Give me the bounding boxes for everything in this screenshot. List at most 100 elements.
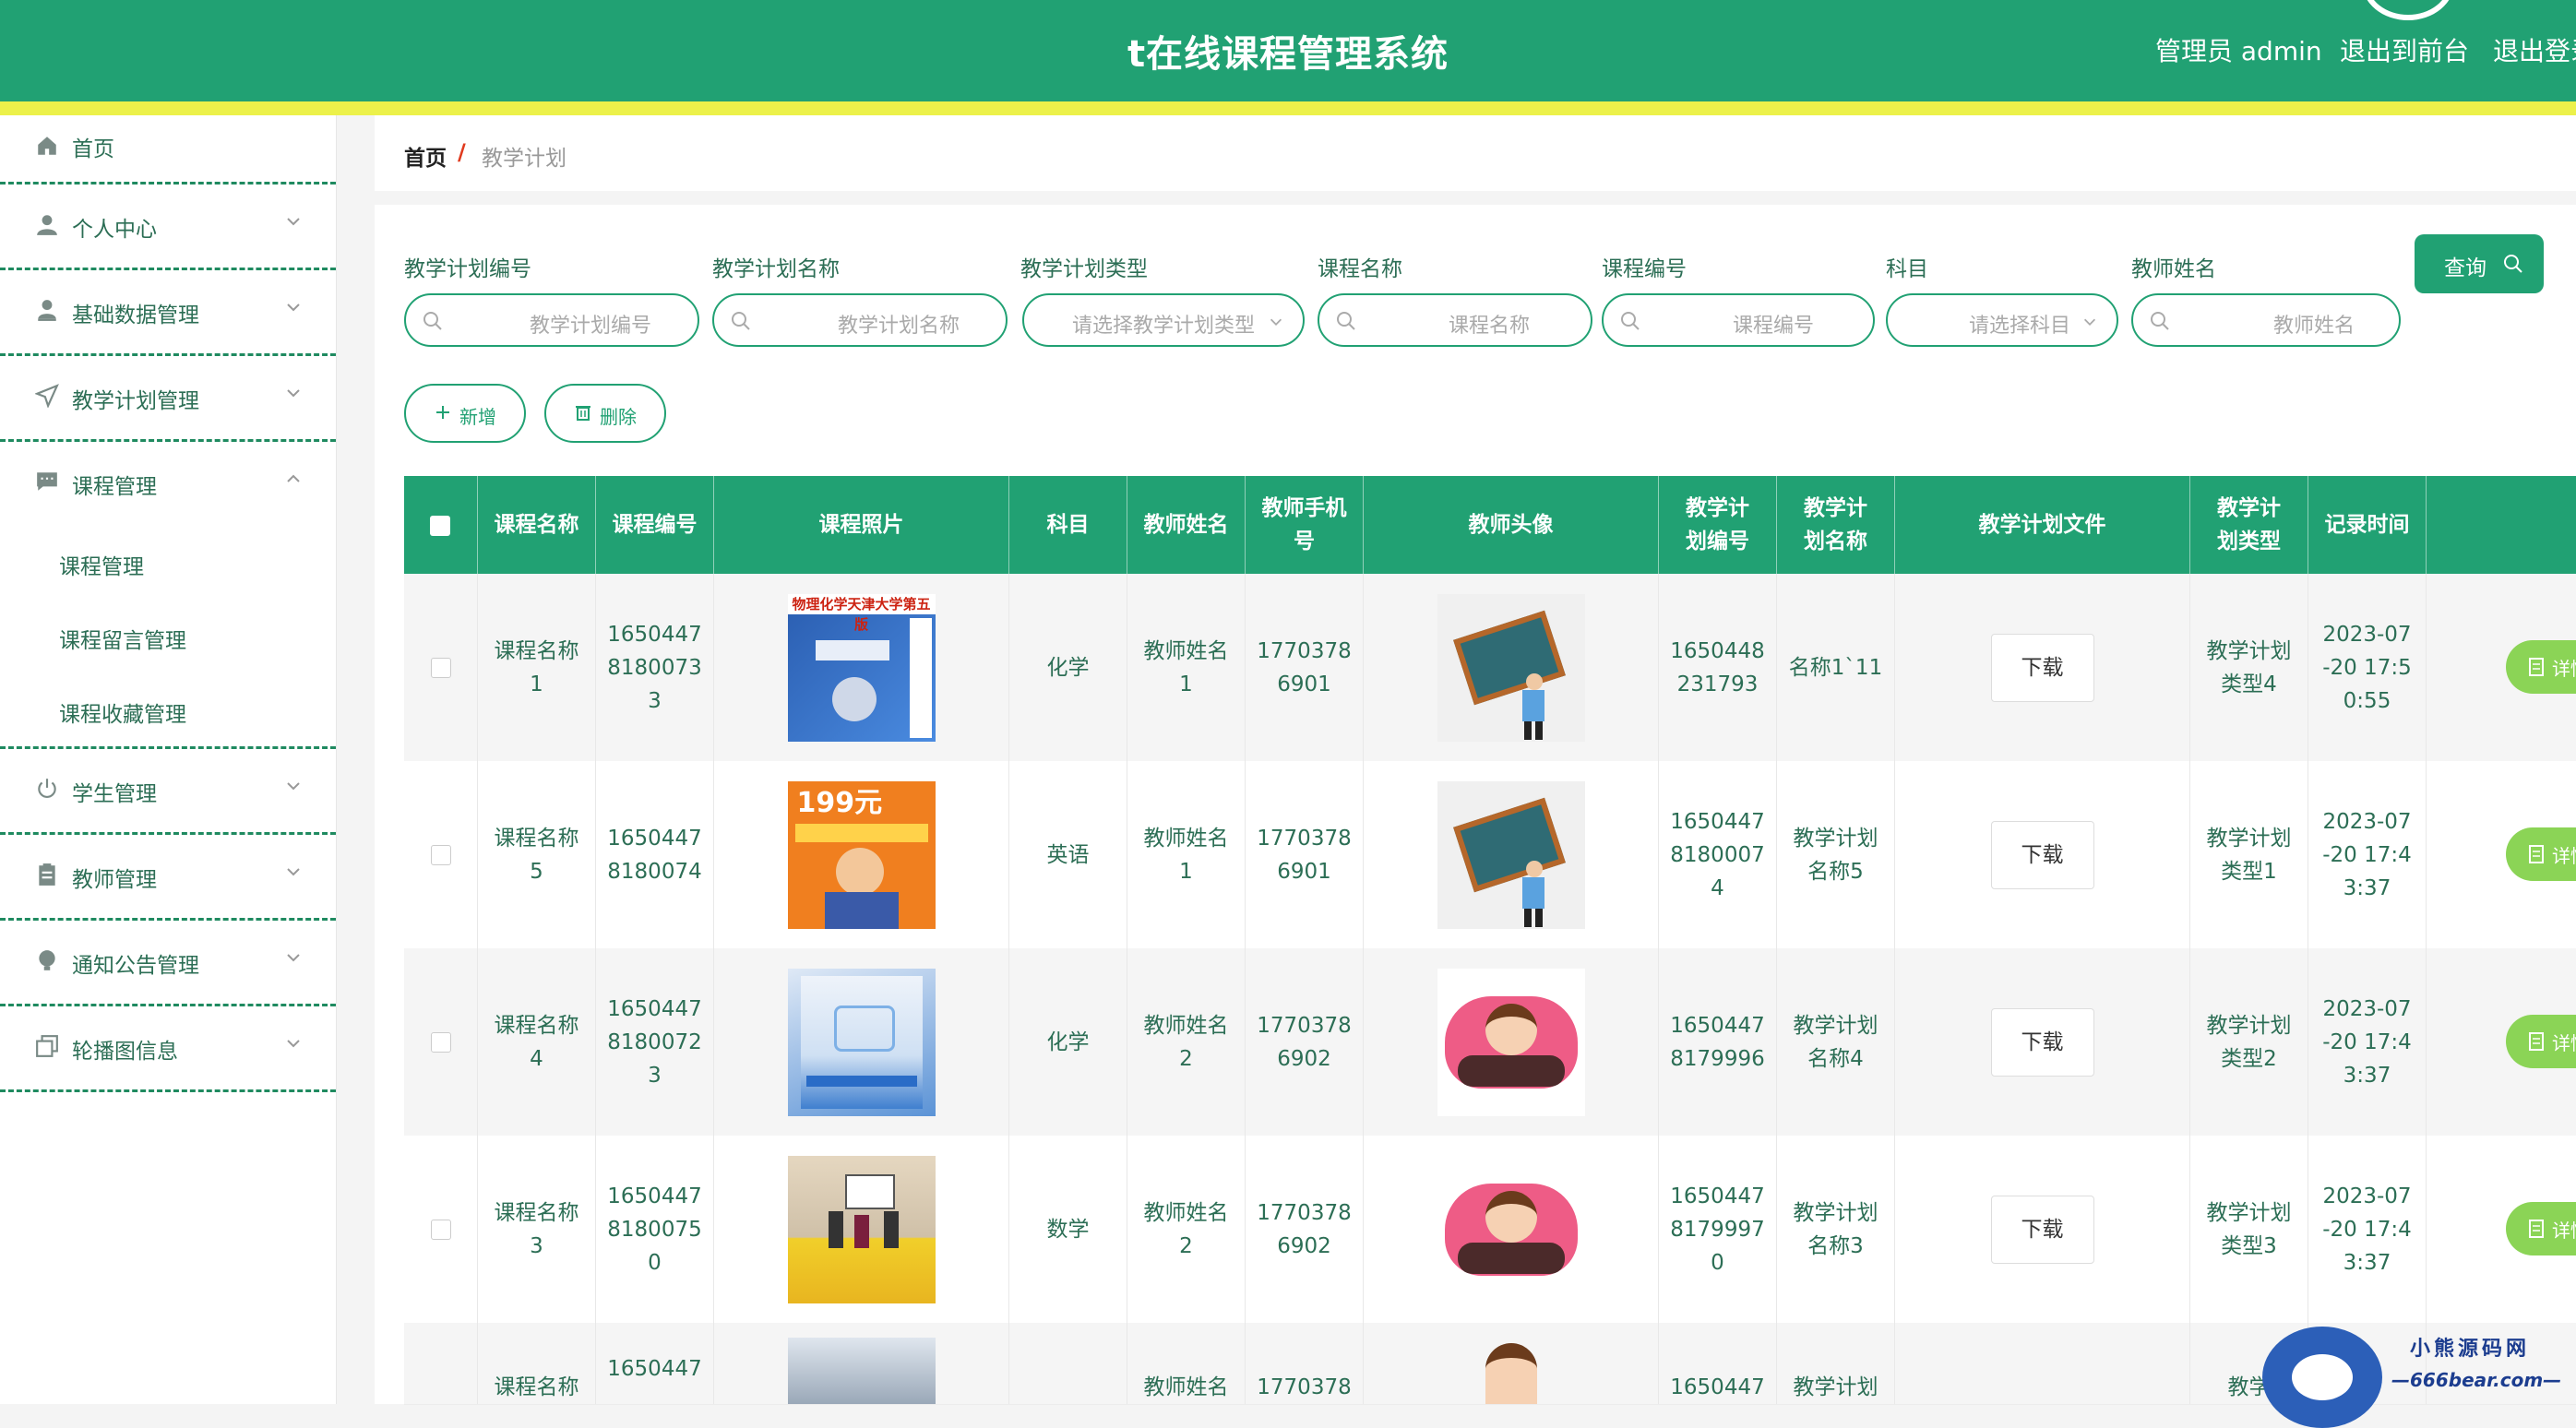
filter-label-course-name: 课程名称 [1318, 257, 1402, 281]
sidebar-item-student[interactable]: 学生管理 [0, 749, 336, 835]
sidebar-item-personal[interactable]: 个人中心 [0, 184, 336, 270]
cell-course-name: 课程名称4 [478, 948, 596, 1136]
table-row[interactable]: 课程名称1 16504478180073 3 物理化学天津大学第五版 化学 教师… [404, 574, 2576, 762]
logout-link[interactable]: 退出登录 [2493, 31, 2576, 68]
search-icon [1337, 312, 1355, 330]
col-plan-name: 教学计划名称 [1777, 476, 1895, 574]
banner-strip [794, 823, 928, 842]
sidebar-item-carousel[interactable]: 轮播图信息 [0, 1006, 336, 1092]
teacher-avatar [1437, 968, 1585, 1116]
teacher-name-input[interactable]: 教师姓名 [2131, 293, 2401, 347]
course-name-input[interactable]: 课程名称 [1318, 293, 1592, 347]
table-row[interactable]: 课程名称5 16504478180074 199元 英语 教师姓名1 17703… [404, 761, 2576, 949]
teacher-leg [1523, 908, 1532, 927]
query-button[interactable]: 查询 [2415, 234, 2544, 293]
cover-title [805, 1075, 917, 1087]
plan-name-input[interactable]: 教学计划名称 [712, 293, 1008, 347]
power-icon [38, 779, 56, 799]
col-teacher-avatar: 教师头像 [1364, 476, 1659, 574]
chalkboard [1452, 610, 1566, 705]
row-checkbox[interactable] [430, 844, 451, 865]
subject-select[interactable]: 请选择科目 [1886, 293, 2118, 347]
select-all-checkbox[interactable] [430, 516, 450, 536]
add-button[interactable]: 新增 [404, 384, 526, 443]
cell-course-name: 课程名称3 [478, 1136, 596, 1323]
delete-button[interactable]: 删除 [544, 384, 666, 443]
cell-teacher-avatar [1364, 948, 1659, 1136]
sidebar-item-home[interactable]: 首页 [0, 115, 336, 184]
document-icon [2529, 1220, 2544, 1238]
admin-label: 管理员 admin [2155, 36, 2322, 66]
document-icon [2529, 1032, 2544, 1051]
download-button[interactable]: 下载 [1990, 1195, 2094, 1264]
download-button[interactable]: 下载 [1990, 1007, 2094, 1077]
sidebar-item-basic-data[interactable]: 基础数据管理 [0, 270, 336, 356]
exit-to-front-link[interactable]: 退出到前台 [2340, 31, 2469, 68]
col-course-no: 课程编号 [596, 476, 714, 574]
detail-button[interactable]: 详情 [2506, 827, 2576, 881]
logo-circle [2362, 0, 2454, 20]
sidebar: 首页 个人中心 基础数据管理 教学计划管理 课程管理 课程管理 课程留言管理 课… [0, 115, 337, 1404]
person [883, 1210, 899, 1248]
cell-subject: 化学 [1009, 574, 1127, 761]
download-button[interactable]: 下载 [1990, 820, 2094, 889]
submenu-label: 课程留言管理 [59, 629, 186, 653]
sidebar-item-course[interactable]: 课程管理 [0, 442, 336, 525]
cell-course-photo [714, 1323, 1009, 1404]
watermark-name: 小熊源码网 [2410, 1338, 2531, 1361]
accent-stripe [0, 101, 2576, 115]
cell-record-time: 2023-07-20 17:50:55 [2308, 574, 2427, 761]
teacher-avatar [1437, 780, 1585, 929]
cell-course-no: 16504478180075 0 [596, 1136, 714, 1323]
cell-course-no: 16504478180074 [596, 761, 714, 948]
submenu-item-course-manage[interactable]: 课程管理 [0, 525, 336, 599]
cell-plan-type: 教学计划类型2 [2190, 948, 2308, 1136]
sidebar-item-teaching-plan[interactable]: 教学计划管理 [0, 356, 336, 442]
table-row[interactable]: 课程名称3 16504478180075 0 数学 教师姓名2 17703786… [404, 1136, 2576, 1324]
row-checkbox[interactable] [430, 657, 451, 678]
course-photo [787, 968, 936, 1116]
breadcrumb-home[interactable]: 首页 [404, 140, 447, 172]
submenu-label: 课程收藏管理 [59, 703, 186, 727]
course-no-input[interactable]: 课程编号 [1602, 293, 1875, 347]
sidebar-item-label: 首页 [72, 137, 114, 161]
col-plan-no: 教学计划编号 [1659, 476, 1777, 574]
download-button[interactable]: 下载 [1990, 633, 2094, 702]
watermark-url: —666bear.com— [2391, 1369, 2562, 1391]
placeholder: 请选择科目 [1969, 315, 2071, 338]
cell-plan-file: 下载 [1895, 761, 2190, 948]
cell-teacher-phone: 17703786901 [1246, 761, 1364, 948]
row-checkbox[interactable] [430, 1219, 451, 1240]
table-row[interactable]: 课程名称4 16504478180072 3 化学 教师姓名2 17703786… [404, 948, 2576, 1136]
placeholder: 教学计划名称 [838, 315, 960, 338]
chevron-down-icon [287, 303, 300, 312]
cell-teacher-name: 教师姓名1 [1127, 761, 1246, 948]
filter-label-plan-type: 教学计划类型 [1020, 257, 1148, 281]
placeholder: 课程编号 [1733, 315, 1815, 338]
sidebar-item-teacher[interactable]: 教师管理 [0, 835, 336, 921]
detail-button[interactable]: 详情 [2506, 1015, 2576, 1068]
trash-icon [576, 406, 590, 421]
plan-no-input[interactable]: 教学计划编号 [404, 293, 699, 347]
row-check-cell [404, 1136, 478, 1323]
sidebar-item-notice[interactable]: 通知公告管理 [0, 921, 336, 1006]
detail-button[interactable]: 详情 [2506, 1202, 2576, 1255]
students-row [1457, 1242, 1565, 1274]
cell-course-photo: 199元 [714, 761, 1009, 948]
document-icon [2529, 845, 2544, 863]
submenu-item-course-message[interactable]: 课程留言管理 [0, 599, 336, 672]
detail-button[interactable]: 详情 [2506, 640, 2576, 694]
cell-plan-file: 下载 [1895, 574, 2190, 761]
submenu-item-course-favorite[interactable]: 课程收藏管理 [0, 672, 336, 749]
chevron-down-icon [287, 782, 300, 791]
delete-button-label: 删除 [600, 406, 637, 428]
col-plan-file: 教学计划文件 [1895, 476, 2190, 574]
cell-course-no: 1650447 [596, 1323, 714, 1404]
sidebar-item-label: 通知公告管理 [72, 954, 199, 978]
chevron-down-icon [287, 1040, 300, 1048]
row-checkbox[interactable] [430, 1031, 451, 1053]
filter-label-teacher-name: 教师姓名 [2131, 257, 2216, 281]
plan-type-select[interactable]: 请选择教学计划类型 [1022, 293, 1305, 347]
teacher-head [1525, 860, 1543, 877]
cell-plan-file: 下载 [1895, 948, 2190, 1136]
